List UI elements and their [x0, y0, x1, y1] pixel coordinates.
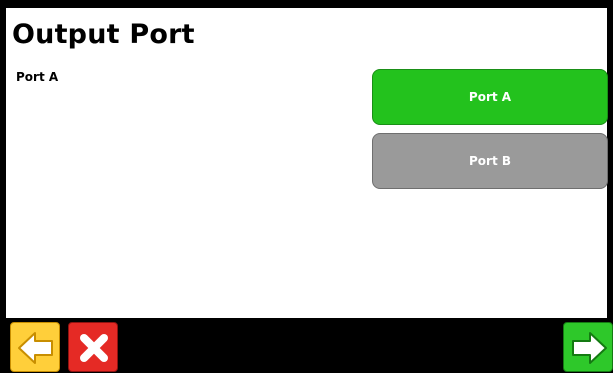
page-title: Output Port — [12, 19, 195, 50]
back-button[interactable] — [10, 322, 60, 372]
arrow-left-icon — [18, 332, 53, 364]
arrow-right-icon — [572, 332, 607, 364]
port-b-button[interactable]: Port B — [372, 133, 608, 189]
screen: Output Port Port A Port A Port B — [0, 0, 613, 373]
next-button[interactable] — [563, 322, 613, 372]
port-b-label: Port B — [468, 154, 512, 168]
close-icon — [80, 334, 108, 362]
bottom-bar — [0, 318, 613, 373]
port-a-button[interactable]: Port A — [372, 69, 608, 125]
cancel-button[interactable] — [68, 322, 118, 372]
content-panel: Output Port Port A Port A Port B — [6, 8, 608, 318]
current-selection-label: Port A — [16, 70, 59, 84]
port-a-label: Port A — [468, 90, 512, 104]
